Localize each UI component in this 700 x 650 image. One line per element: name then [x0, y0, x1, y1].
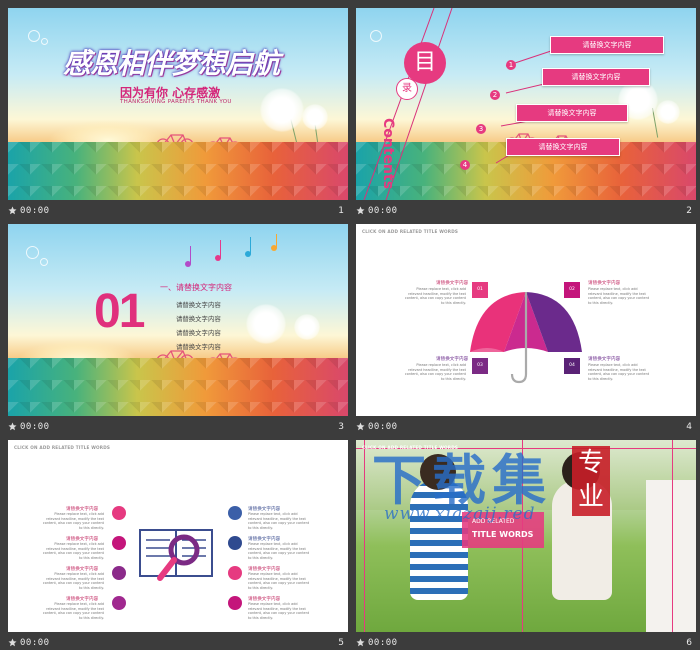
bubble-icon	[40, 258, 48, 266]
slide-1-canvas: 感恩相伴梦想启航 因为有你 心存感激 THANKSGIVING PARENTS …	[8, 8, 348, 200]
slide-number: 6	[686, 638, 692, 648]
slide-number: 4	[686, 422, 692, 432]
guide-line	[672, 440, 673, 632]
slide-2-canvas: 目 录 Contents 1 请替换文字内容 2 请替换文字内容 3 请替换文字…	[356, 8, 696, 200]
section-heading: 一、请替换文字内容	[160, 283, 232, 292]
music-notes-icon	[185, 234, 277, 267]
transition-star-icon	[356, 638, 365, 647]
globe-icon	[112, 536, 126, 550]
bulb-icon	[112, 596, 126, 610]
toc-num-2: 2	[490, 90, 500, 100]
section-line: 请替换文字内容	[176, 329, 221, 337]
toc-num-1: 1	[506, 60, 516, 70]
title-tag-line2: TITLE WORDS	[472, 530, 534, 539]
transition-star-icon	[8, 638, 17, 647]
toc-item-2[interactable]: 请替换文字内容	[542, 68, 650, 86]
home-icon	[228, 566, 242, 580]
slide-thumbnail-5[interactable]: CLICK ON ADD RELATED TITLE WORDS 请替换文字内容…	[8, 440, 348, 650]
cloud-icon	[228, 536, 242, 550]
slide-6-info-bar: 00:00 6	[356, 636, 696, 650]
feature-body: Please replace text, click add relevant …	[248, 602, 310, 620]
slide-duration: 00:00	[368, 206, 398, 216]
slide-duration: 00:00	[368, 638, 398, 648]
transition-star-icon	[8, 422, 17, 431]
section-line: 请替换文字内容	[176, 301, 221, 309]
phone-icon	[112, 506, 126, 520]
book-magnifier-icon	[139, 529, 213, 581]
slide-4-info-bar: 00:00 4	[356, 420, 696, 434]
transition-star-icon	[356, 422, 365, 431]
slide-header: CLICK ON ADD RELATED TITLE WORDS	[362, 229, 459, 234]
feature-body: Please replace text, click add relevant …	[248, 512, 310, 530]
slide-duration: 00:00	[20, 638, 50, 648]
block-label: 请替换文字内容	[436, 281, 469, 286]
slide-header: CLICK ON ADD RELATED TITLE WORDS	[14, 445, 111, 450]
slide-3-info-bar: 00:00 3	[8, 420, 348, 434]
slide-number: 1	[338, 206, 344, 216]
toc-badge-sub: 录	[396, 78, 418, 100]
slide-5-canvas: CLICK ON ADD RELATED TITLE WORDS 请替换文字内容…	[8, 440, 348, 632]
slide-number: 3	[338, 422, 344, 432]
triangle-pattern-ground	[8, 142, 348, 200]
watermark-url: www.xiazaij.red	[384, 504, 536, 524]
dandelion-icon	[294, 314, 320, 340]
bubble-icon	[41, 38, 48, 45]
slide-5-info-bar: 00:00 5	[8, 636, 348, 650]
dandelion-icon	[302, 104, 328, 130]
slide-number: 2	[686, 206, 692, 216]
slide-thumbnail-4[interactable]: CLICK ON ADD RELATED TITLE WORDS 请替换文字内容…	[356, 224, 696, 434]
feature-body: Please replace text, click add relevant …	[248, 572, 310, 590]
slide-thumbnail-2[interactable]: 目 录 Contents 1 请替换文字内容 2 请替换文字内容 3 请替换文字…	[356, 8, 696, 218]
block-label: 请替换文字内容	[588, 357, 621, 362]
dandelion-icon	[246, 304, 286, 344]
slide-1-title-art: 感恩相伴梦想启航	[63, 47, 280, 80]
group-icon	[228, 596, 242, 610]
slide-duration: 00:00	[368, 422, 398, 432]
slide-1-subtitle-en: THANKSGIVING PARENTS THANK YOU	[120, 99, 232, 105]
watermark-badge: 专 业	[572, 446, 610, 516]
bubble-icon	[28, 30, 40, 42]
dandelion-icon	[260, 88, 304, 132]
slide-duration: 00:00	[20, 422, 50, 432]
guide-line	[364, 440, 365, 632]
toc-item-4[interactable]: 请替换文字内容	[506, 138, 620, 156]
feature-body: Please replace text, click add relevant …	[248, 542, 310, 560]
transition-star-icon	[8, 206, 17, 215]
block-label: 请替换文字内容	[588, 281, 621, 286]
triangle-pattern-ground	[8, 358, 348, 416]
bubble-icon	[26, 246, 39, 259]
block-body: Please replace text, click add relevant …	[588, 287, 650, 305]
watermark-badge-char: 业	[577, 482, 604, 512]
transition-star-icon	[356, 206, 365, 215]
watermark-badge-char: 专	[577, 448, 604, 478]
slide-1-info-bar: 00:00 1	[8, 204, 348, 218]
feature-body: Please replace text, click add relevant …	[42, 602, 104, 620]
slide-4-canvas: CLICK ON ADD RELATED TITLE WORDS 请替换文字内容…	[356, 224, 696, 416]
toc-item-1[interactable]: 请替换文字内容	[550, 36, 664, 54]
block-body: Please replace text, click add relevant …	[404, 287, 466, 305]
section-number: 01	[94, 285, 145, 338]
calendar-icon	[112, 566, 126, 580]
slide-thumbnail-1[interactable]: 感恩相伴梦想启航 因为有你 心存感激 THANKSGIVING PARENTS …	[8, 8, 348, 218]
block-body: Please replace text, click add relevant …	[588, 363, 650, 381]
adult-figure	[646, 480, 696, 632]
block-body: Please replace text, click add relevant …	[404, 363, 466, 381]
slide-number: 5	[338, 638, 344, 648]
toc-contents-label: Contents	[380, 118, 396, 190]
toc-item-3[interactable]: 请替换文字内容	[516, 104, 628, 122]
slide-duration: 00:00	[20, 206, 50, 216]
toc-num-3: 3	[476, 124, 486, 134]
feature-body: Please replace text, click add relevant …	[42, 542, 104, 560]
block-label: 请替换文字内容	[436, 357, 469, 362]
feature-body: Please replace text, click add relevant …	[42, 572, 104, 590]
section-line: 请替换文字内容	[176, 315, 221, 323]
slide-thumbnail-3[interactable]: 01 一、请替换文字内容 请替换文字内容 请替换文字内容 请替换文字内容 请替换…	[8, 224, 348, 434]
slide-2-info-bar: 00:00 2	[356, 204, 696, 218]
feature-body: Please replace text, click add relevant …	[42, 512, 104, 530]
pin-icon	[228, 506, 242, 520]
toc-num-4: 4	[460, 160, 470, 170]
umbrella-icon	[470, 292, 582, 384]
slide-3-canvas: 01 一、请替换文字内容 请替换文字内容 请替换文字内容 请替换文字内容 请替换…	[8, 224, 348, 416]
